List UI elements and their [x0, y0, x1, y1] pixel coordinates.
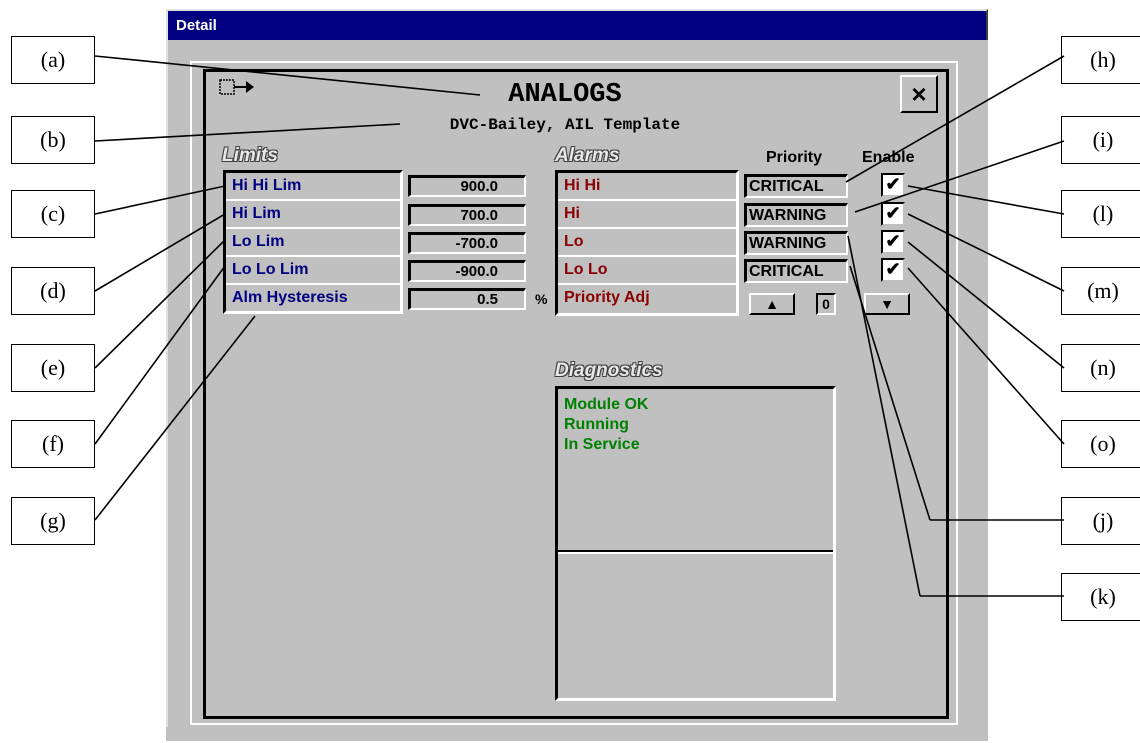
callout-n: (n) — [1061, 344, 1140, 392]
window-bottom-edge — [166, 727, 988, 741]
limit-label-hi: Hi Lim — [226, 201, 400, 229]
hysteresis-unit: % — [535, 291, 548, 307]
callout-i: (i) — [1061, 116, 1140, 164]
priority-adj-label: Priority Adj — [564, 289, 650, 306]
limit-value-hi[interactable]: 700.0 — [408, 204, 526, 226]
limit-value-hihi[interactable]: 900.0 — [408, 175, 526, 197]
limit-label-lolo: Lo Lo Lim — [226, 257, 400, 285]
enable-checkbox-hihi[interactable]: ✔ — [881, 173, 905, 197]
limit-value-hysteresis[interactable]: 0.5 — [408, 288, 526, 310]
alarm-label-lolo: Lo Lo — [558, 257, 736, 285]
alarms-heading: Alarms — [555, 145, 620, 166]
callout-o: (o) — [1061, 420, 1140, 468]
down-arrow-icon: ▼ — [880, 296, 894, 312]
limit-label-lo: Lo Lim — [226, 229, 400, 257]
callout-l: (l) — [1061, 190, 1140, 238]
callout-g: (g) — [11, 497, 95, 545]
limits-heading: Limits — [222, 145, 278, 166]
diag-line-module: Module OK — [564, 396, 649, 413]
priority-lolo[interactable]: CRITICAL — [744, 259, 848, 283]
diag-line-running: Running — [564, 416, 629, 433]
enable-checkbox-hi[interactable]: ✔ — [881, 202, 905, 226]
callout-a: (a) — [11, 36, 95, 84]
menu-arrow-icon[interactable] — [217, 77, 257, 97]
callout-e: (e) — [11, 344, 95, 392]
callout-m: (m) — [1061, 267, 1140, 315]
window-right-edge — [974, 40, 988, 741]
up-arrow-icon: ▲ — [765, 296, 779, 312]
diagnostics-heading: Diagnostics — [555, 360, 663, 381]
priority-hihi[interactable]: CRITICAL — [744, 174, 848, 198]
priority-lo[interactable]: WARNING — [744, 231, 848, 255]
page-title: ANALOGS — [508, 80, 622, 110]
enable-checkbox-lolo[interactable]: ✔ — [881, 258, 905, 282]
callout-f: (f) — [11, 420, 95, 468]
enable-column-header: Enable — [862, 149, 915, 166]
close-icon: × — [911, 78, 927, 109]
limit-label-hihi: Hi Hi Lim — [226, 173, 400, 201]
callout-b: (b) — [11, 116, 95, 164]
callout-d: (d) — [11, 267, 95, 315]
diagnostics-divider — [558, 550, 833, 554]
limit-value-lo[interactable]: -700.0 — [408, 232, 526, 254]
priority-up-button[interactable]: ▲ — [749, 293, 795, 315]
alarms-label-panel: Hi Hi Hi Lo Lo Lo Priority Adj — [555, 170, 739, 316]
callout-h: (h) — [1061, 36, 1140, 84]
callout-k: (k) — [1061, 573, 1140, 621]
alarm-label-lo: Lo — [558, 229, 736, 257]
priority-hi[interactable]: WARNING — [744, 203, 848, 227]
diag-line-service: In Service — [564, 436, 640, 453]
diagnostics-panel: Module OK Running In Service — [555, 386, 836, 701]
enable-checkbox-lo[interactable]: ✔ — [881, 230, 905, 254]
priority-column-header: Priority — [766, 149, 823, 166]
limits-label-panel: Hi Hi Lim Hi Lim Lo Lim Lo Lo Lim Alm Hy… — [223, 170, 403, 314]
alarm-label-hihi: Hi Hi — [558, 173, 736, 201]
close-button[interactable]: × — [900, 75, 938, 113]
page-subtitle: DVC-Bailey, AIL Template — [449, 116, 681, 134]
priority-down-button[interactable]: ▼ — [864, 293, 910, 315]
alarm-label-hi: Hi — [558, 201, 736, 229]
limit-value-lolo[interactable]: -900.0 — [408, 260, 526, 282]
priority-adj-value: 0 — [816, 293, 836, 315]
callout-j: (j) — [1061, 497, 1140, 545]
window-title: Detail — [168, 11, 986, 40]
callout-c: (c) — [11, 190, 95, 238]
limit-label-hysteresis: Alm Hysteresis — [232, 289, 348, 306]
